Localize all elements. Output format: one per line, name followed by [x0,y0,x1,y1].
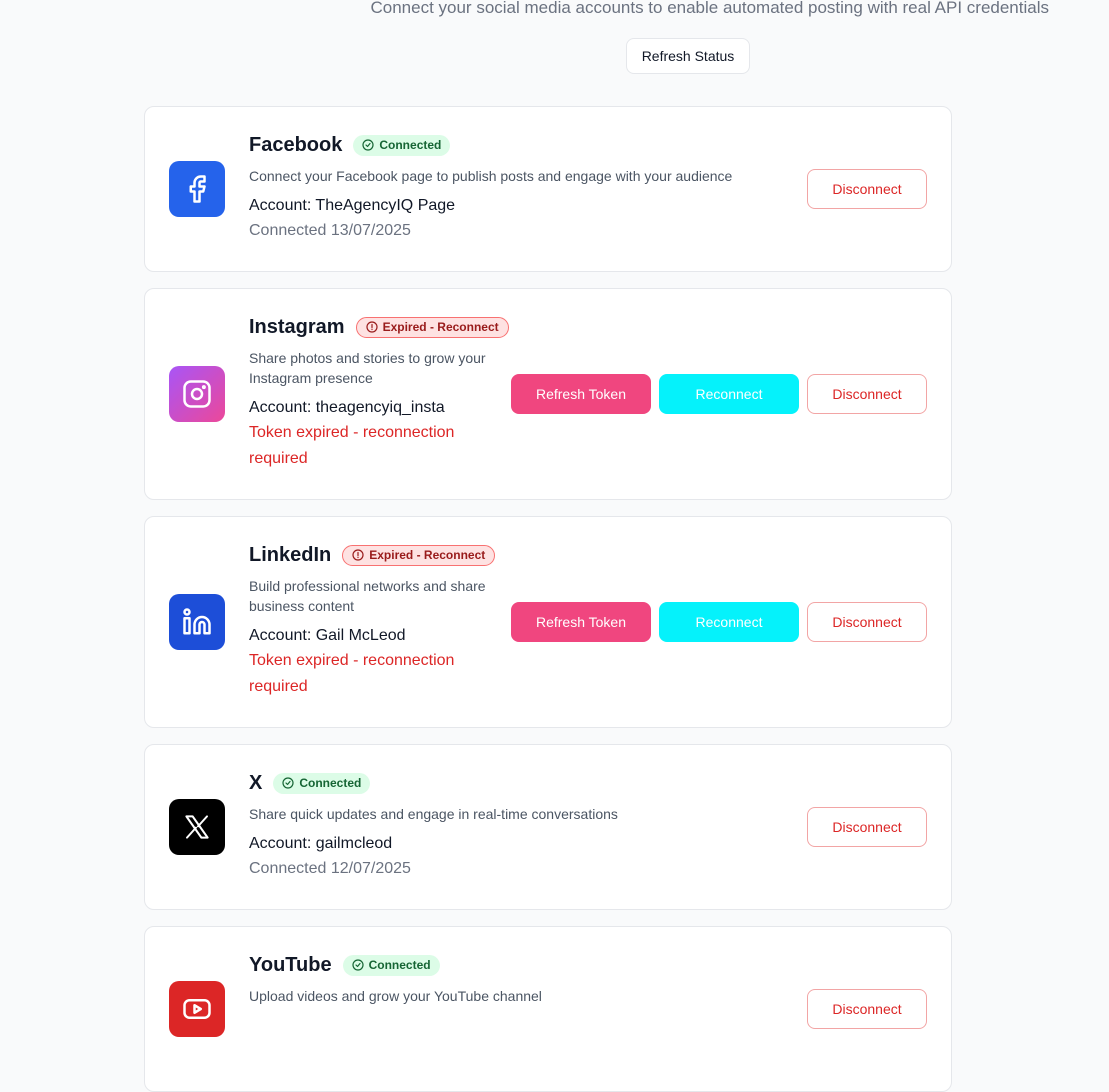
linkedin-icon [169,594,225,650]
platform-card-facebook: Facebook Connected Connect your Facebook… [144,106,952,272]
status-badge: Connected [342,954,440,976]
page-subtitle: Connect your social media accounts to en… [370,0,1049,17]
disconnect-button[interactable]: Disconnect [807,602,927,642]
connection-date: Connected 12/07/2025 [249,860,411,877]
facebook-icon [169,161,225,217]
check-circle-icon [351,959,364,971]
platform-description: Connect your Facebook page to publish po… [249,168,733,184]
platform-name: LinkedIn [249,543,332,566]
disconnect-button[interactable]: Disconnect [807,989,927,1029]
disconnect-button[interactable]: Disconnect [807,374,927,414]
refresh-token-button[interactable]: Refresh Token [511,602,651,642]
token-expired-message: Token expired - reconnection required [249,652,455,695]
reconnect-button[interactable]: Reconnect [659,602,799,642]
status-text: Connected [379,138,442,152]
refresh-status-button[interactable]: Refresh Status [626,38,750,74]
platform-card-linkedin: LinkedIn Expired - Reconnect Build profe… [144,516,952,728]
platform-card-instagram: Instagram Expired - Reconnect Share phot… [144,288,952,500]
account-name: Account: theagencyiq_insta [249,399,445,416]
platform-description: Share photos and stories to grow your In… [249,350,486,386]
status-text: Connected [299,776,362,790]
token-expired-message: Token expired - reconnection required [249,424,455,467]
x-icon [169,799,225,855]
platform-name: Instagram [249,315,345,338]
platform-card-youtube: YouTube Connected Upload videos and grow… [144,926,952,1092]
refresh-token-button[interactable]: Refresh Token [511,374,651,414]
platform-name: Facebook [249,133,343,156]
status-text: Expired - Reconnect [369,548,486,562]
status-text: Expired - Reconnect [382,320,499,334]
youtube-icon [169,981,225,1037]
status-text: Connected [368,958,431,972]
alert-circle-icon [352,549,364,561]
check-circle-icon [362,139,374,151]
account-name: Account: TheAgencyIQ Page [249,197,456,214]
connection-date: Connected 13/07/2025 [249,222,411,239]
platform-description: Share quick updates and engage in real-t… [249,806,618,822]
status-badge: Expired - Reconnect [355,316,509,338]
account-name: Account: gailmcleod [249,835,393,852]
platform-description: Build professional networks and share bu… [249,578,486,614]
platform-name: X [249,771,263,794]
status-badge: Connected [273,772,371,794]
account-name: Account: Gail McLeod [249,627,406,644]
platform-card-x: X Connected Share quick updates and enga… [144,744,952,910]
disconnect-button[interactable]: Disconnect [807,807,927,847]
platform-description: Upload videos and grow your YouTube chan… [249,988,542,1004]
status-badge: Connected [353,134,451,156]
disconnect-button[interactable]: Disconnect [807,169,927,209]
platform-name: YouTube [249,953,332,976]
status-badge: Expired - Reconnect [342,544,496,566]
check-circle-icon [282,777,294,789]
alert-circle-icon [365,321,378,333]
reconnect-button[interactable]: Reconnect [659,374,799,414]
instagram-icon [169,366,225,422]
